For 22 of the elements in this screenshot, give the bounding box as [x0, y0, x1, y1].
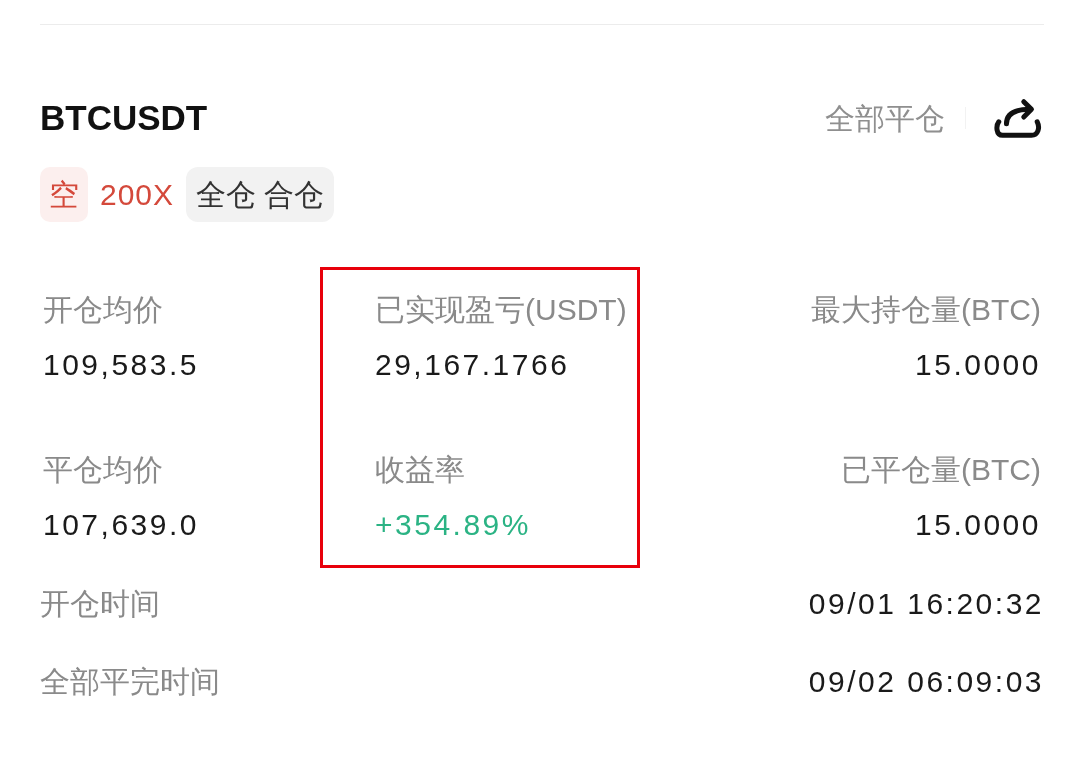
- stat-label: 开仓均价: [43, 292, 163, 328]
- symbol-title: BTCUSDT: [40, 96, 208, 139]
- stat-label: 已实现盈亏(USDT): [375, 292, 627, 328]
- share-icon: [993, 96, 1043, 140]
- stat-label: 已平仓量(BTC): [841, 452, 1041, 488]
- stat-value: 109,583.5: [43, 347, 199, 383]
- stat-value: 15.0000: [915, 507, 1041, 543]
- time-value: 09/01 16:20:32: [808, 585, 1044, 622]
- leverage-text: 200X: [100, 177, 175, 213]
- stat-label: 最大持仓量(BTC): [811, 292, 1041, 328]
- time-label: 全部平完时间: [40, 663, 220, 700]
- stat-label: 平仓均价: [43, 452, 163, 488]
- stat-label: 收益率: [375, 452, 465, 488]
- time-value: 09/02 06:09:03: [808, 663, 1044, 700]
- stat-value: 29,167.1766: [375, 347, 570, 383]
- margin-mode-tag: 全仓 合仓: [186, 167, 335, 222]
- side-tag: 空: [40, 167, 88, 222]
- close-all-button[interactable]: 全部平仓: [825, 95, 945, 141]
- stat-value: 107,639.0: [43, 507, 199, 543]
- time-label: 开仓时间: [40, 585, 160, 622]
- stat-value: 15.0000: [915, 347, 1041, 383]
- stat-value: +354.89%: [375, 507, 531, 543]
